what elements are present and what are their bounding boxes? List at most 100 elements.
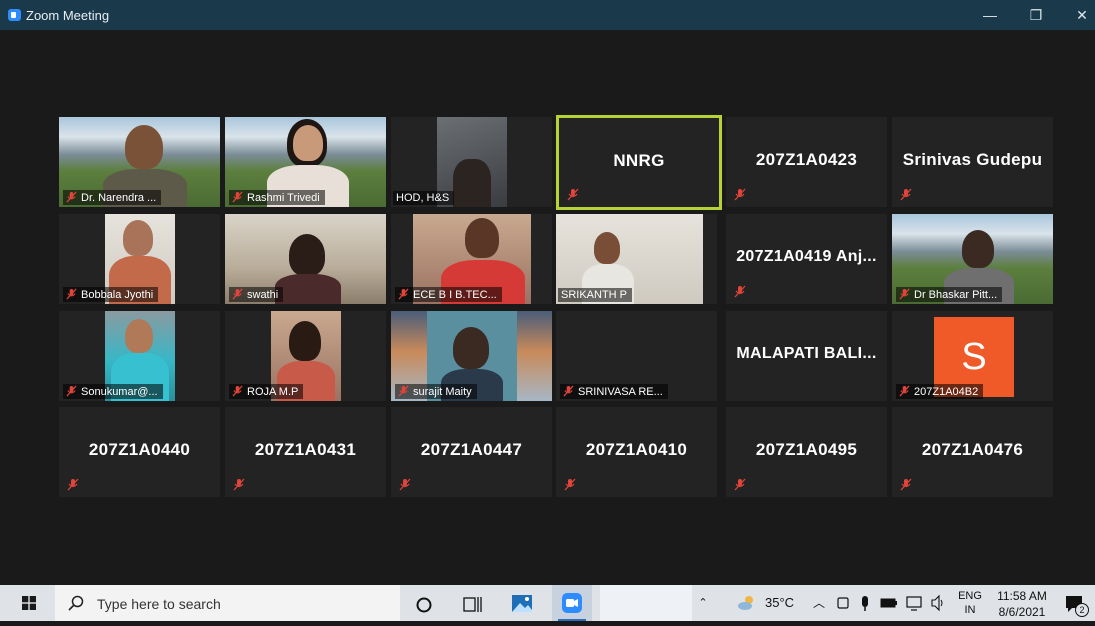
windows-start-icon[interactable] bbox=[22, 596, 36, 610]
participant-tile[interactable]: 207Z1A0419 Anj... bbox=[726, 214, 887, 304]
participant-name: surajit Maity bbox=[395, 384, 477, 399]
participant-name: ROJA M.P bbox=[229, 384, 304, 399]
participant-tile[interactable]: SRINIVASA RE... bbox=[556, 311, 717, 401]
mic-muted-icon bbox=[67, 478, 79, 491]
mic-muted-icon bbox=[399, 478, 411, 491]
input-language-indicator[interactable]: ENG IN bbox=[956, 585, 984, 621]
mic-muted-icon bbox=[564, 478, 576, 491]
weather-icon[interactable] bbox=[734, 585, 758, 621]
participant-name: Srinivas Gudepu bbox=[902, 150, 1043, 169]
participant-tile[interactable]: swathi bbox=[225, 214, 386, 304]
participant-tile[interactable]: 207Z1A0431 bbox=[225, 407, 386, 497]
task-view-icon[interactable] bbox=[452, 585, 492, 621]
title-bar: Zoom Meeting — ❐ ✕ bbox=[0, 0, 1095, 30]
mic-muted-icon bbox=[734, 188, 746, 201]
cortana-icon[interactable] bbox=[404, 585, 444, 621]
participant-name: HOD, H&S bbox=[393, 191, 455, 205]
tray-scroll-chevron-icon[interactable]: ⌃ bbox=[693, 585, 713, 621]
participant-tile[interactable]: Srinivas Gudepu bbox=[892, 117, 1053, 207]
participant-name: 207Z1A04B2 bbox=[896, 384, 984, 399]
participant-name: ECE B I B.TEC... bbox=[395, 287, 502, 302]
mic-muted-icon bbox=[899, 385, 910, 397]
participant-tile[interactable]: Sonukumar@... bbox=[59, 311, 220, 401]
mic-muted-icon bbox=[567, 188, 579, 201]
zoom-icon[interactable] bbox=[552, 585, 592, 621]
participant-tile[interactable]: 207Z1A0447 bbox=[391, 407, 552, 497]
participant-name: Bobbala Jyothi bbox=[63, 287, 159, 302]
mic-muted-icon bbox=[232, 385, 243, 397]
mic-muted-icon bbox=[899, 288, 910, 300]
participant-tile[interactable]: 207Z1A0476 bbox=[892, 407, 1053, 497]
participant-name: 207Z1A0440 bbox=[88, 440, 191, 459]
notification-count-badge: 2 bbox=[1075, 603, 1089, 617]
minimize-button[interactable]: — bbox=[967, 0, 1013, 30]
participant-tile[interactable]: Bobbala Jyothi bbox=[59, 214, 220, 304]
mic-muted-icon bbox=[900, 478, 912, 491]
participant-tile[interactable]: MALAPATI BALI... bbox=[726, 311, 887, 401]
clock[interactable]: 11:58 AM 8/6/2021 bbox=[991, 585, 1053, 621]
participant-name: 207Z1A0495 bbox=[755, 440, 858, 459]
participant-name: 207Z1A0419 Anj... bbox=[736, 248, 877, 266]
participant-name: MALAPATI BALI... bbox=[736, 345, 877, 363]
participant-name: SRIKANTH P bbox=[558, 288, 633, 302]
language-code: ENG bbox=[958, 590, 982, 602]
taskbar-blank-space bbox=[600, 585, 692, 621]
battery-icon[interactable] bbox=[878, 585, 900, 621]
participant-name: SRINIVASA RE... bbox=[560, 384, 668, 399]
participant-tile[interactable]: S 207Z1A04B2 bbox=[892, 311, 1053, 401]
volume-icon[interactable] bbox=[929, 585, 947, 621]
mic-muted-icon bbox=[66, 288, 77, 300]
zoom-app-icon bbox=[8, 9, 21, 21]
mic-muted-icon bbox=[233, 478, 245, 491]
network-icon[interactable] bbox=[904, 585, 924, 621]
close-button[interactable]: ✕ bbox=[1059, 0, 1095, 30]
participant-tile[interactable]: SRIKANTH P bbox=[556, 214, 717, 304]
participant-tile[interactable]: 207Z1A0410 bbox=[556, 407, 717, 497]
window-title: Zoom Meeting bbox=[26, 8, 110, 23]
notification-center-icon[interactable]: 2 bbox=[1062, 585, 1089, 621]
clock-time: 11:58 AM bbox=[997, 589, 1047, 603]
participant-tile[interactable]: HOD, H&S bbox=[391, 117, 552, 207]
participant-tile[interactable]: 207Z1A0495 bbox=[726, 407, 887, 497]
search-placeholder: Type here to search bbox=[97, 596, 221, 612]
participant-tile[interactable]: ECE B I B.TEC... bbox=[391, 214, 552, 304]
weather-temperature[interactable]: 35°C bbox=[765, 585, 794, 621]
mic-muted-icon bbox=[232, 288, 243, 300]
participant-name: 207Z1A0410 bbox=[585, 440, 688, 459]
meet-now-icon[interactable] bbox=[834, 585, 852, 621]
clock-date: 8/6/2021 bbox=[998, 605, 1046, 619]
keyboard-region: IN bbox=[964, 604, 976, 616]
mic-muted-icon bbox=[232, 191, 243, 203]
participant-tile[interactable]: Dr Bhaskar Pitt... bbox=[892, 214, 1053, 304]
show-hidden-icons-chevron-icon[interactable]: ︿ bbox=[813, 585, 825, 621]
participant-name: Dr Bhaskar Pitt... bbox=[896, 287, 1003, 302]
participant-tile[interactable]: Rashmi Trivedi bbox=[225, 117, 386, 207]
participant-tile[interactable]: surajit Maity bbox=[391, 311, 552, 401]
participant-name: NNRG bbox=[613, 150, 665, 170]
participant-name: 207Z1A0423 bbox=[755, 150, 858, 169]
mic-muted-icon bbox=[734, 285, 746, 298]
photos-icon[interactable] bbox=[502, 585, 542, 621]
search-icon bbox=[68, 595, 84, 611]
participant-tile-active-speaker[interactable]: NNRG bbox=[556, 115, 722, 210]
participant-name: swathi bbox=[229, 287, 284, 302]
participant-name: Dr. Narendra ... bbox=[63, 190, 162, 205]
gallery-view: Dr. Narendra ... Rashmi Trivedi HOD, H&S… bbox=[0, 30, 1095, 585]
restore-button[interactable]: ❐ bbox=[1013, 0, 1059, 30]
participant-tile[interactable]: 207Z1A0423 bbox=[726, 117, 887, 207]
mic-muted-icon bbox=[66, 385, 77, 397]
microphone-icon[interactable] bbox=[857, 585, 873, 621]
participant-tile[interactable]: 207Z1A0440 bbox=[59, 407, 220, 497]
mic-muted-icon bbox=[66, 191, 77, 203]
mic-muted-icon bbox=[734, 478, 746, 491]
participant-name: Rashmi Trivedi bbox=[229, 190, 325, 205]
participant-name: 207Z1A0476 bbox=[921, 440, 1024, 459]
participant-tile[interactable]: ROJA M.P bbox=[225, 311, 386, 401]
participant-tile[interactable]: Dr. Narendra ... bbox=[59, 117, 220, 207]
taskbar-search-box[interactable]: Type here to search bbox=[55, 585, 400, 621]
participant-name: 207Z1A0431 bbox=[254, 440, 357, 459]
windows-taskbar: Type here to search ⌃ 35°C ︿ ENG IN 11:5… bbox=[0, 585, 1095, 621]
mic-muted-icon bbox=[900, 188, 912, 201]
mic-muted-icon bbox=[563, 385, 574, 397]
participant-name: 207Z1A0447 bbox=[420, 440, 523, 459]
